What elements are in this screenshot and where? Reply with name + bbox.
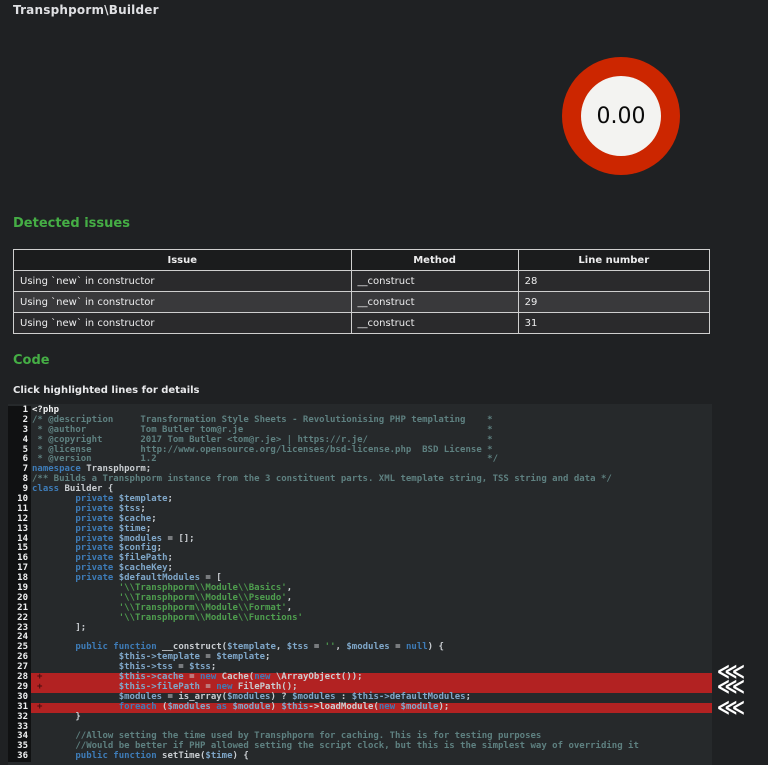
code-line: 8/** Builds a Transphporm instance from … bbox=[8, 474, 712, 486]
issue-cell: Using `new` in constructor bbox=[13, 291, 352, 313]
page-title: Transphporm\Builder bbox=[13, 3, 159, 17]
detected-issues-heading: Detected issues bbox=[13, 216, 130, 231]
line-number: 36 bbox=[8, 751, 31, 763]
column-header: Line number bbox=[517, 249, 711, 271]
issues-table-header-row: Issue Method Line number bbox=[13, 249, 711, 271]
table-row: Using `new` in constructor __construct 31 bbox=[13, 312, 711, 334]
line-content: + foreach ($modules as $module) $this->l… bbox=[31, 702, 712, 713]
code-line: 23 ]; bbox=[8, 622, 712, 634]
table-row: Using `new` in constructor __construct 28 bbox=[13, 270, 711, 292]
method-cell: __construct bbox=[350, 270, 519, 292]
score-gauge: 0.00 bbox=[562, 57, 680, 175]
score-value: 0.00 bbox=[596, 103, 646, 129]
line-number-cell: 29 bbox=[517, 291, 711, 313]
highlighted-code-line[interactable]: 31 + foreach ($modules as $module) $this-… bbox=[8, 702, 712, 713]
line-number-cell: 31 bbox=[517, 312, 711, 334]
column-header: Issue bbox=[13, 249, 352, 271]
column-header: Method bbox=[350, 249, 519, 271]
code-line: 36 public function setTime($time) { bbox=[8, 751, 712, 763]
code-line: 22 '\\Transphporm\\Module\\Functions' bbox=[8, 612, 712, 624]
code-block: 1 <?php 2/* @description Transformation St… bbox=[8, 404, 712, 765]
issue-cell: Using `new` in constructor bbox=[13, 312, 352, 334]
score-gauge-center: 0.00 bbox=[581, 76, 661, 156]
line-content: public function setTime($time) { bbox=[75, 751, 249, 762]
code-line: 32 } bbox=[8, 711, 712, 723]
code-heading: Code bbox=[13, 353, 50, 368]
chevron-left-marker-icon[interactable]: ⋘ ⋘ bbox=[714, 661, 748, 696]
table-row: Using `new` in constructor __construct 29 bbox=[13, 291, 711, 313]
code-hint: Click highlighted lines for details bbox=[13, 385, 200, 396]
method-cell: __construct bbox=[350, 312, 519, 334]
line-content: '\\Transphporm\\Module\\Functions' bbox=[118, 612, 303, 623]
method-cell: __construct bbox=[350, 291, 519, 313]
line-content: ]; bbox=[32, 622, 87, 633]
line-content: /** Builds a Transphporm instance from t… bbox=[32, 474, 612, 485]
issue-cell: Using `new` in constructor bbox=[13, 270, 352, 292]
chevron-left-marker-icon[interactable]: ⋘ bbox=[714, 697, 748, 717]
issues-table: Issue Method Line number Using `new` in co… bbox=[13, 249, 711, 334]
line-number-cell: 28 bbox=[517, 270, 711, 292]
line-content: } bbox=[32, 711, 81, 722]
